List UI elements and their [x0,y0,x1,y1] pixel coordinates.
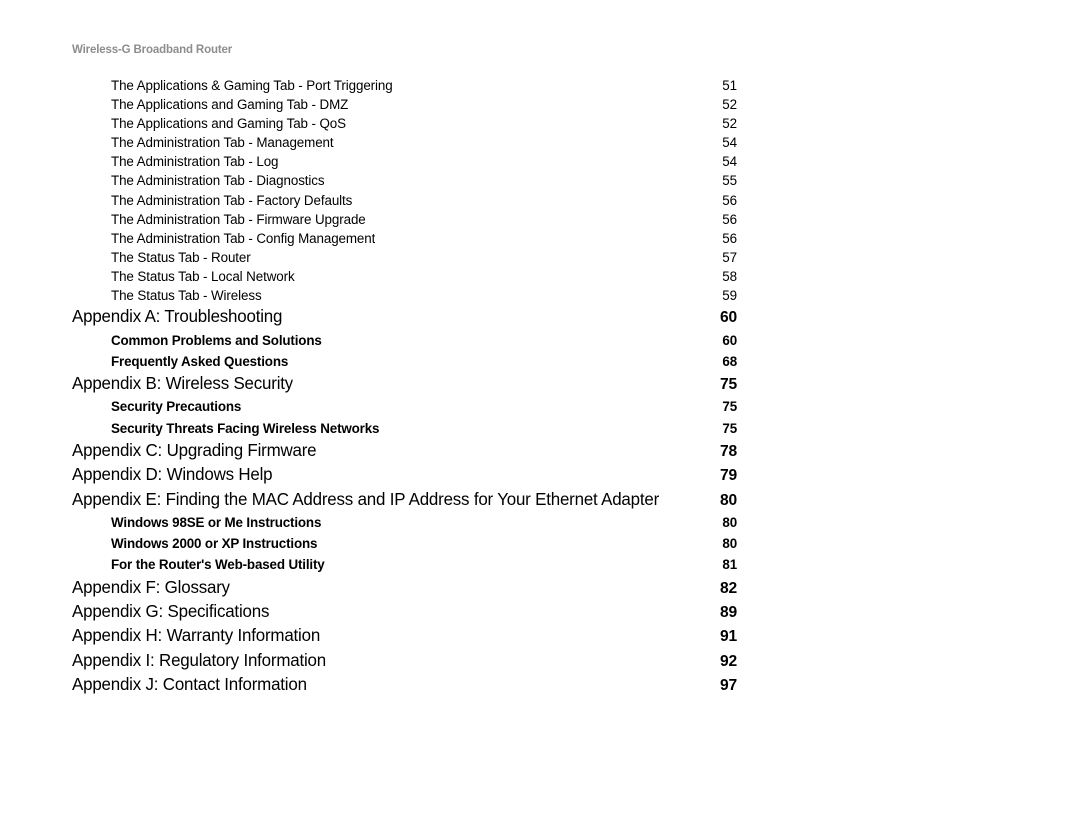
toc-entry[interactable]: The Applications and Gaming Tab - DMZ 52 [72,95,737,114]
toc-entry-title: The Administration Tab - Firmware Upgrad… [111,211,366,227]
toc-entry[interactable]: Security Precautions 75 [72,396,737,417]
toc-entry[interactable]: Appendix I: Regulatory Information 92 [72,649,737,673]
toc-entry-title: Appendix H: Warranty Information [72,625,321,646]
toc-entry[interactable]: The Applications and Gaming Tab - QoS 52 [72,114,737,133]
toc-entry-title: Security Threats Facing Wireless Network… [111,420,380,436]
toc-entry-page-number: 82 [720,579,737,597]
toc-entry-page-number: 89 [720,603,737,621]
toc-entry-title: Appendix I: Regulatory Information [72,649,326,670]
table-of-contents: The Applications & Gaming Tab - Port Tri… [72,76,737,698]
toc-entry[interactable]: Appendix A: Troubleshooting 60 [72,305,737,329]
toc-entry[interactable]: The Administration Tab - Factory Default… [72,191,737,210]
toc-entry[interactable]: The Status Tab - Wireless 59 [72,286,737,305]
toc-entry[interactable]: The Applications & Gaming Tab - Port Tri… [72,76,737,95]
toc-entry-title: The Administration Tab - Log [111,154,279,170]
toc-entry[interactable]: Appendix D: Windows Help 79 [72,463,737,487]
toc-entry[interactable]: Appendix J: Contact Information 97 [72,673,737,697]
toc-entry-title: The Administration Tab - Management [111,135,334,151]
toc-entry[interactable]: The Administration Tab - Firmware Upgrad… [72,210,737,229]
toc-entry-page-number: 56 [722,192,737,208]
toc-entry-page-number: 57 [722,249,737,265]
toc-entry-title: Windows 98SE or Me Instructions [111,514,322,530]
toc-entry[interactable]: Windows 98SE or Me Instructions 80 [72,512,737,533]
toc-entry-title: Appendix G: Specifications [72,600,270,621]
toc-entry-title: Appendix C: Upgrading Firmware [72,439,317,460]
toc-entry[interactable]: Common Problems and Solutions 60 [72,330,737,351]
toc-entry[interactable]: The Administration Tab - Diagnostics 55 [72,171,737,190]
toc-entry-page-number: 75 [722,399,737,415]
toc-entry-page-number: 78 [720,442,737,460]
toc-entry[interactable]: Frequently Asked Questions 68 [72,351,737,372]
toc-entry-page-number: 52 [722,97,737,113]
toc-entry-page-number: 55 [722,173,737,189]
toc-entry-title: The Applications and Gaming Tab - DMZ [111,97,349,113]
toc-entry-title: Appendix A: Troubleshooting [72,306,283,327]
toc-entry-page-number: 91 [720,628,737,646]
toc-entry[interactable]: Appendix F: Glossary 82 [72,576,737,600]
toc-entry-page-number: 56 [722,211,737,227]
toc-entry-page-number: 79 [720,467,737,485]
toc-entry-title: The Administration Tab - Config Manageme… [111,230,376,246]
toc-entry-page-number: 81 [722,557,737,573]
running-header: Wireless-G Broadband Router [72,44,233,56]
toc-entry[interactable]: Appendix H: Warranty Information 91 [72,624,737,648]
toc-entry[interactable]: Security Threats Facing Wireless Network… [72,418,737,439]
toc-entry-page-number: 51 [722,78,737,93]
toc-entry[interactable]: The Administration Tab - Management 54 [72,133,737,152]
toc-entry-title: Security Precautions [111,399,242,415]
toc-entry[interactable]: For the Router's Web-based Utility 81 [72,554,737,575]
toc-entry-page-number: 59 [722,288,737,304]
toc-entry-title: For the Router's Web-based Utility [111,557,325,573]
toc-entry-page-number: 54 [722,135,737,151]
toc-entry-title: The Applications & Gaming Tab - Port Tri… [111,78,393,93]
toc-entry-page-number: 80 [720,491,737,509]
document-page: Wireless-G Broadband Router The Applicat… [0,0,1080,834]
toc-entry-page-number: 54 [722,154,737,170]
toc-entry-title: Appendix B: Wireless Security [72,372,294,393]
toc-entry-page-number: 80 [722,514,737,530]
toc-entry-title: The Status Tab - Local Network [111,268,295,284]
toc-entry-title: The Applications and Gaming Tab - QoS [111,116,346,132]
toc-entry-page-number: 56 [722,230,737,246]
toc-entry-title: The Administration Tab - Factory Default… [111,192,353,208]
toc-entry[interactable]: The Status Tab - Router 57 [72,248,737,267]
toc-entry-page-number: 75 [722,420,737,436]
toc-entry-page-number: 52 [722,116,737,132]
toc-entry[interactable]: Appendix G: Specifications 89 [72,600,737,624]
toc-entry-title: Appendix E: Finding the MAC Address and … [72,488,660,509]
toc-entry-title: Frequently Asked Questions [111,353,289,369]
toc-entry-page-number: 60 [720,309,737,327]
toc-entry-title: Common Problems and Solutions [111,332,322,348]
toc-entry[interactable]: Appendix C: Upgrading Firmware 78 [72,439,737,463]
toc-entry-page-number: 80 [722,536,737,552]
toc-entry-page-number: 68 [722,353,737,369]
toc-entry-title: Appendix F: Glossary [72,576,230,597]
toc-entry-title: Appendix J: Contact Information [72,674,307,695]
toc-entry[interactable]: The Administration Tab - Log 54 [72,152,737,171]
toc-entry-page-number: 60 [722,332,737,348]
toc-entry-title: Windows 2000 or XP Instructions [111,536,318,552]
toc-entry[interactable]: The Status Tab - Local Network 58 [72,267,737,286]
toc-entry-title: The Status Tab - Wireless [111,288,262,304]
toc-entry-title: Appendix D: Windows Help [72,464,273,485]
toc-entry-page-number: 92 [720,652,737,670]
toc-entry-title: The Status Tab - Router [111,249,251,265]
toc-entry[interactable]: The Administration Tab - Config Manageme… [72,229,737,248]
toc-entry-page-number: 75 [720,375,737,393]
toc-entry-page-number: 58 [722,268,737,284]
toc-entry[interactable]: Appendix E: Finding the MAC Address and … [72,488,737,512]
toc-entry-title: The Administration Tab - Diagnostics [111,173,325,189]
toc-entry-page-number: 97 [720,677,737,695]
toc-entry[interactable]: Windows 2000 or XP Instructions 80 [72,533,737,554]
toc-entry[interactable]: Appendix B: Wireless Security 75 [72,372,737,396]
